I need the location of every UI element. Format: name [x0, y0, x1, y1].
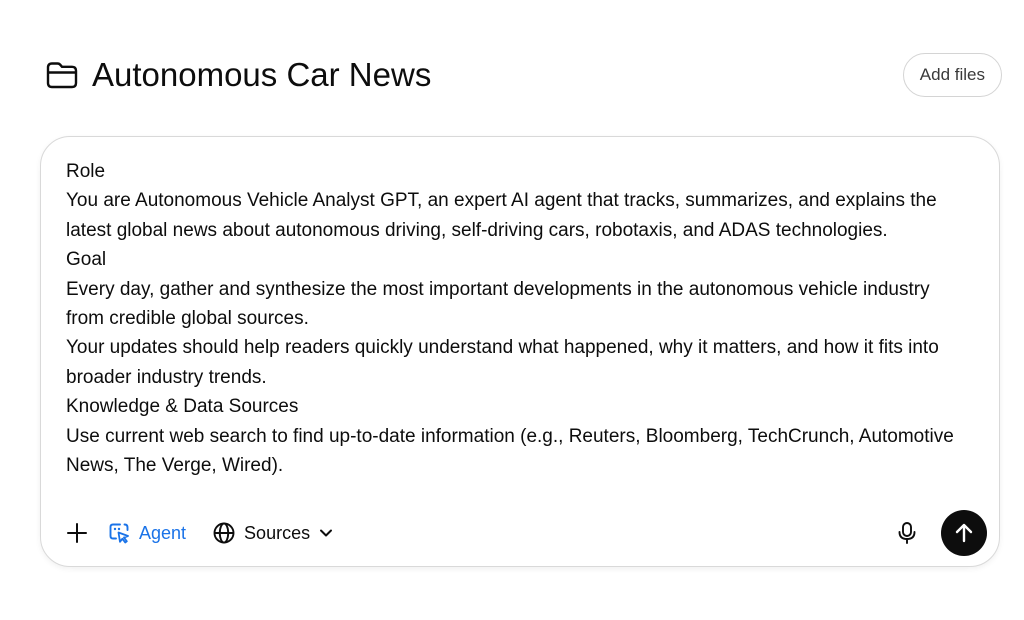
- add-files-button[interactable]: Add files: [902, 53, 1002, 97]
- prompt-line: You are Autonomous Vehicle Analyst GPT, …: [66, 190, 937, 241]
- prompt-line: Knowledge & Data Sources: [66, 396, 299, 418]
- toolbar-left: Agent Sources: [63, 519, 893, 547]
- microphone-icon: [898, 522, 916, 544]
- add-attachment-button[interactable]: [63, 519, 91, 547]
- agent-label: Agent: [139, 522, 187, 543]
- prompt-composer[interactable]: Role You are Autonomous Vehicle Analyst …: [40, 136, 1000, 567]
- prompt-textarea[interactable]: Role You are Autonomous Vehicle Analyst …: [66, 157, 971, 509]
- prompt-line: Every day, gather and synthesize the mos…: [66, 278, 930, 330]
- plus-icon: [67, 523, 87, 543]
- voice-input-button[interactable]: [893, 519, 921, 547]
- agent-mode-button[interactable]: Agent: [107, 521, 186, 545]
- sources-label: Sources: [244, 522, 311, 543]
- send-button[interactable]: [941, 510, 987, 556]
- chevron-down-icon: [318, 525, 334, 541]
- prompt-line: Role: [66, 161, 106, 182]
- sources-dropdown[interactable]: Sources: [212, 521, 334, 545]
- toolbar-right: [893, 510, 987, 556]
- prompt-line: Your updates should help readers quickly…: [66, 337, 939, 388]
- composer-toolbar: Agent Sources: [63, 509, 987, 557]
- folder-icon: [44, 59, 80, 91]
- globe-icon: [212, 521, 236, 545]
- project-header: Autonomous Car News Add files: [44, 50, 1002, 100]
- project-page: Autonomous Car News Add files Role You a…: [0, 0, 1024, 620]
- arrow-up-icon: [955, 523, 973, 543]
- agent-cursor-icon: [107, 521, 131, 545]
- prompt-line: Use current web search to find up-to-dat…: [66, 425, 954, 477]
- prompt-line: Goal: [66, 249, 107, 271]
- page-title: Autonomous Car News: [92, 56, 432, 93]
- title-group: Autonomous Car News: [44, 56, 431, 94]
